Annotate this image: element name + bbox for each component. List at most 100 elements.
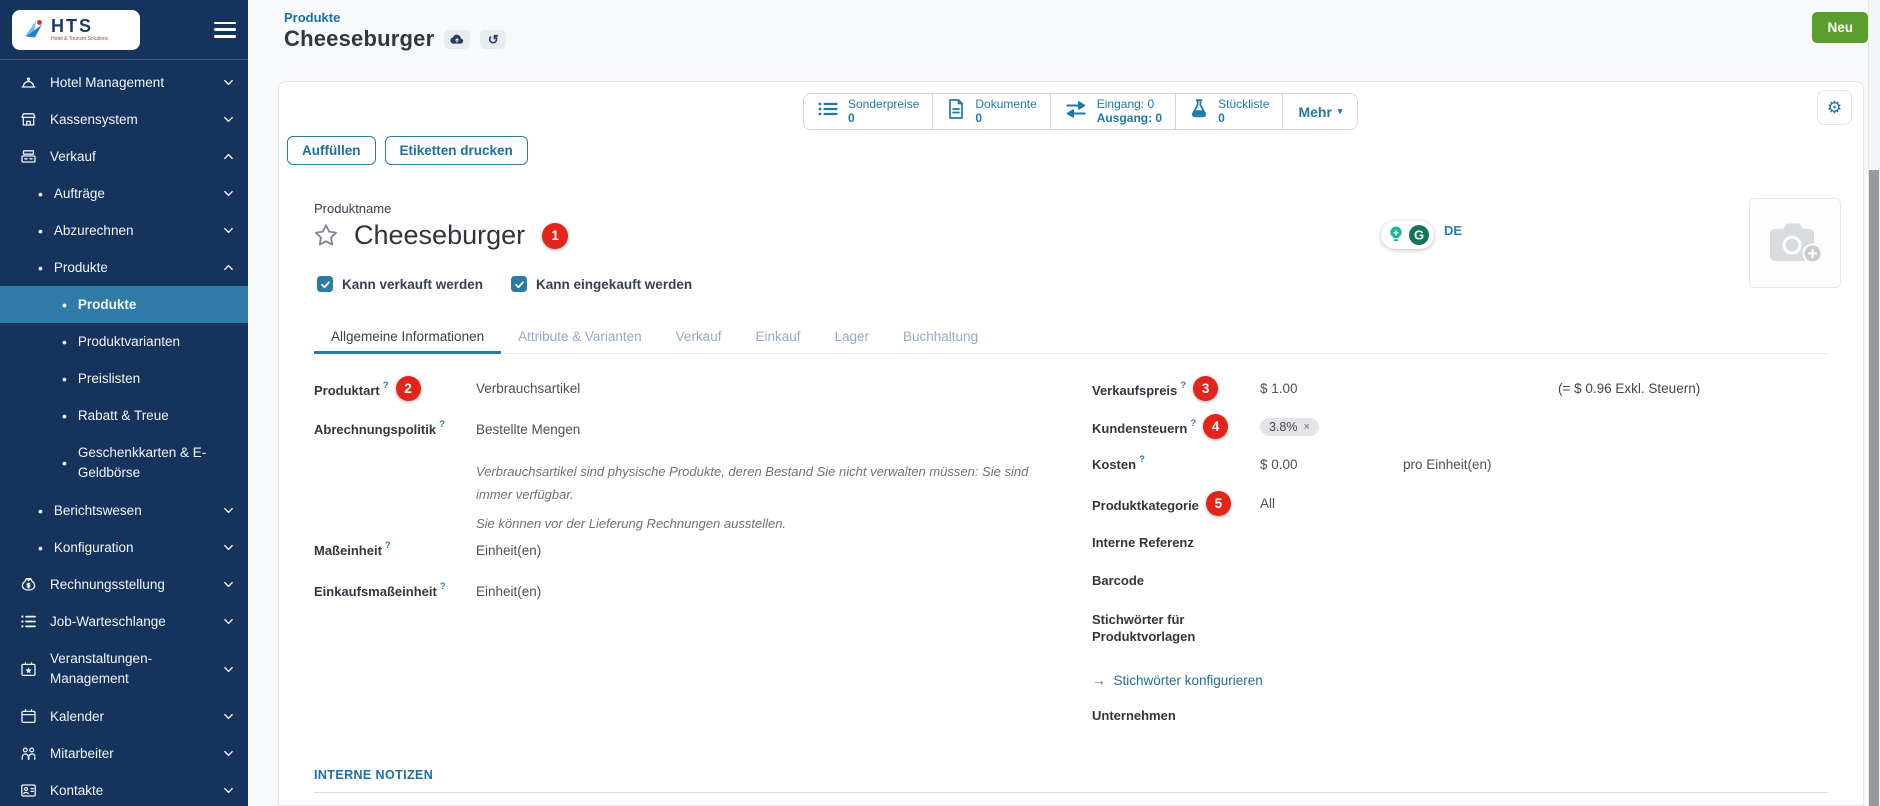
checkbox-kann-verkauft-werden[interactable]: Kann verkauft werden bbox=[317, 276, 483, 292]
more-button[interactable]: Mehr▾ bbox=[1283, 94, 1357, 129]
sidebar-item-berichtswesen[interactable]: •Berichtswesen bbox=[0, 492, 248, 529]
sidebar: HTS Hotel & Tourism Solutions Hotel Mana… bbox=[0, 0, 248, 806]
hamburger-menu-icon[interactable] bbox=[214, 22, 236, 38]
chevron-down-icon bbox=[223, 785, 234, 796]
tab-einkauf[interactable]: Einkauf bbox=[738, 322, 817, 354]
undo-icon[interactable]: ↺ bbox=[480, 30, 506, 49]
callout-badge-5: 5 bbox=[1206, 491, 1231, 516]
moneybag-icon bbox=[18, 575, 38, 594]
queue-icon bbox=[18, 612, 38, 631]
field-row-produktart: Produktart?2Verbrauchsartikel bbox=[314, 380, 1044, 401]
etiketten-drucken-button[interactable]: Etiketten drucken bbox=[385, 136, 528, 165]
tab-allgemeine-informationen[interactable]: Allgemeine Informationen bbox=[314, 322, 501, 354]
new-button[interactable]: Neu bbox=[1812, 12, 1868, 43]
language-badge[interactable]: DE bbox=[1444, 223, 1462, 238]
help-question-icon[interactable]: ? bbox=[1180, 377, 1186, 394]
field-suffix: pro Einheit(en) bbox=[1403, 457, 1492, 472]
favorite-star-icon[interactable] bbox=[311, 221, 341, 251]
sidebar-item-kalender[interactable]: Kalender bbox=[0, 698, 248, 735]
sidebar-item-rechnungsstellung[interactable]: Rechnungsstellung bbox=[0, 566, 248, 603]
field-value[interactable]: Bestellte Mengen bbox=[476, 421, 580, 438]
cloud-upload-icon[interactable] bbox=[444, 30, 470, 49]
stat-button-group: Sonderpreise 0 Dokumente 0 Eingang: 0 Au… bbox=[803, 93, 1358, 130]
sidebar-item-produkte[interactable]: •Produkte bbox=[0, 286, 248, 323]
product-name-value[interactable]: Cheeseburger bbox=[354, 220, 525, 251]
tab-buchhaltung[interactable]: Buchhaltung bbox=[886, 322, 995, 354]
tab-lager[interactable]: Lager bbox=[817, 322, 886, 354]
help-question-icon[interactable]: ? bbox=[1190, 415, 1196, 432]
field-row-stichwörter-für-produktvorlagen: Stichwörter für Produktvorlagen bbox=[1092, 611, 1862, 645]
sidebar-item-verkauf[interactable]: Verkauf bbox=[0, 138, 248, 175]
sidebar-item-hotel-management[interactable]: Hotel Management bbox=[0, 64, 248, 101]
sidebar-item-produkte[interactable]: •Produkte bbox=[0, 249, 248, 286]
checked-checkbox-icon[interactable] bbox=[317, 276, 333, 292]
sidebar-item-mitarbeiter[interactable]: Mitarbeiter bbox=[0, 735, 248, 772]
chevron-down-icon bbox=[223, 748, 234, 759]
field-label: Kundensteuern?4 bbox=[1092, 418, 1260, 439]
field-value[interactable]: Verbrauchsartikel bbox=[476, 380, 580, 397]
configure-tags-link[interactable]: → Stichwörter konfigurieren bbox=[1092, 673, 1263, 688]
product-name-row: Cheeseburger 1 bbox=[311, 220, 568, 251]
sidebar-item-preislisten[interactable]: •Preislisten bbox=[0, 360, 248, 397]
field-label: Unternehmen bbox=[1092, 707, 1260, 724]
sidebar-item-kassensystem[interactable]: Kassensystem bbox=[0, 101, 248, 138]
field-value[interactable]: $ 0.00 bbox=[1260, 456, 1298, 473]
settings-gear-button[interactable]: ⚙ bbox=[1817, 90, 1852, 125]
tab-attribute-varianten[interactable]: Attribute & Varianten bbox=[501, 322, 659, 354]
field-value[interactable]: All bbox=[1260, 495, 1275, 512]
field-value[interactable]: $ 1.00 bbox=[1260, 380, 1298, 397]
page-title: Cheeseburger bbox=[284, 26, 434, 52]
field-row-kosten: Kosten?$ 0.00pro Einheit(en) bbox=[1092, 456, 1862, 476]
stat-button-eingang-0[interactable]: Eingang: 0 Ausgang: 0 bbox=[1051, 94, 1176, 129]
sidebar-item-konfiguration[interactable]: •Konfiguration bbox=[0, 529, 248, 566]
sidebar-item-kontakte[interactable]: Kontakte bbox=[0, 772, 248, 806]
chevron-down-icon bbox=[223, 616, 234, 627]
help-question-icon[interactable]: ? bbox=[439, 416, 445, 433]
stat-button-sonderpreise[interactable]: Sonderpreise 0 bbox=[804, 94, 933, 129]
field-value[interactable]: Einheit(en) bbox=[476, 583, 541, 600]
stat-button-dokumente[interactable]: Dokumente 0 bbox=[933, 94, 1050, 129]
sidebar-item-rabatt-treue[interactable]: •Rabatt & Treue bbox=[0, 397, 248, 434]
chevron-down-icon bbox=[223, 711, 234, 722]
field-label: Abrechnungspolitik? bbox=[314, 421, 476, 438]
transfer-arrows-icon bbox=[1064, 99, 1088, 125]
checked-checkbox-icon[interactable] bbox=[511, 276, 527, 292]
tax-tag[interactable]: 3.8%× bbox=[1260, 418, 1319, 436]
contact-card-icon bbox=[18, 781, 38, 800]
tab-verkauf[interactable]: Verkauf bbox=[659, 322, 739, 354]
scrollbar-thumb[interactable] bbox=[1869, 170, 1879, 806]
action-buttons: Auffüllen Etiketten drucken bbox=[287, 136, 528, 165]
help-question-icon[interactable]: ? bbox=[440, 578, 446, 595]
chevron-down-icon bbox=[223, 579, 234, 590]
help-question-icon[interactable]: ? bbox=[385, 537, 391, 554]
field-label: Interne Referenz bbox=[1092, 534, 1260, 551]
field-value[interactable]: Einheit(en) bbox=[476, 542, 541, 559]
breadcrumb[interactable]: Produkte bbox=[284, 10, 340, 25]
internal-notes-heading[interactable]: INTERNE NOTIZEN bbox=[314, 768, 433, 782]
auffüllen-button[interactable]: Auffüllen bbox=[287, 136, 376, 165]
grammar-assistant-pill[interactable]: G bbox=[1381, 221, 1434, 249]
calendar-icon bbox=[18, 707, 38, 726]
camera-plus-icon bbox=[1767, 220, 1823, 266]
bullet: • bbox=[62, 455, 67, 471]
bullet: • bbox=[62, 408, 67, 424]
sidebar-item-job-warteschlange[interactable]: Job-Warteschlange bbox=[0, 603, 248, 640]
storefront-icon bbox=[18, 110, 38, 129]
checkbox-kann-eingekauft-werden[interactable]: Kann eingekauft werden bbox=[511, 276, 692, 292]
product-image-placeholder[interactable] bbox=[1749, 198, 1841, 288]
sidebar-item-aufträge[interactable]: •Aufträge bbox=[0, 175, 248, 212]
scrollbar-track[interactable] bbox=[1868, 0, 1880, 806]
field-label: Produktart?2 bbox=[314, 380, 476, 401]
field-row-interne-referenz: Interne Referenz bbox=[1092, 534, 1862, 554]
sidebar-item-veranstaltungen-management[interactable]: Veranstaltungen-Management bbox=[0, 640, 248, 698]
sidebar-item-geschenkkarten-e-geldbörse[interactable]: •Geschenkkarten & E-Geldbörse bbox=[0, 434, 248, 492]
sidebar-item-abzurechnen[interactable]: •Abzurechnen bbox=[0, 212, 248, 249]
help-question-icon[interactable]: ? bbox=[1139, 451, 1145, 468]
sidebar-item-produktvarianten[interactable]: •Produktvarianten bbox=[0, 323, 248, 360]
stat-button-stückliste[interactable]: Stückliste 0 bbox=[1176, 94, 1283, 129]
app-logo[interactable]: HTS Hotel & Tourism Solutions bbox=[12, 10, 140, 50]
help-question-icon[interactable]: ? bbox=[383, 377, 389, 394]
remove-tag-icon[interactable]: × bbox=[1304, 421, 1310, 433]
register-icon bbox=[18, 147, 38, 166]
caret-down-icon: ▾ bbox=[1338, 106, 1343, 117]
